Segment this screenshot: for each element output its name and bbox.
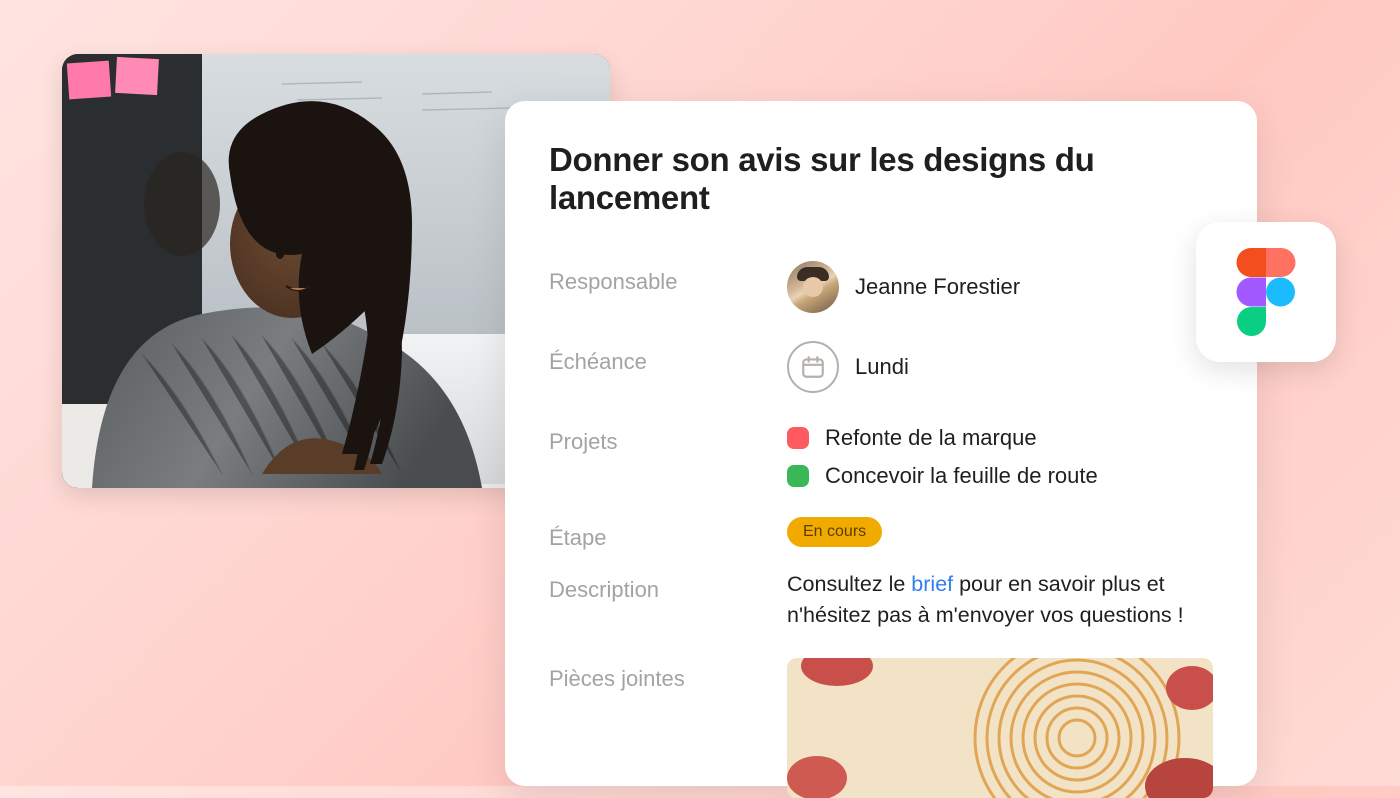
task-detail-card: Donner son avis sur les designs du lance…	[505, 101, 1257, 786]
label-description: Description	[549, 569, 787, 603]
label-attachments: Pièces jointes	[549, 658, 787, 692]
calendar-icon	[787, 341, 839, 393]
project-item[interactable]: Concevoir la feuille de route	[787, 463, 1213, 489]
avatar	[787, 261, 839, 313]
label-stage: Étape	[549, 517, 787, 551]
project-color-swatch	[787, 427, 809, 449]
project-item[interactable]: Refonte de la marque	[787, 425, 1213, 451]
project-name: Refonte de la marque	[825, 425, 1037, 451]
assignee-name: Jeanne Forestier	[855, 274, 1020, 300]
due-date-value: Lundi	[855, 354, 909, 380]
figma-icon	[1236, 248, 1296, 336]
figma-integration-badge[interactable]	[1196, 222, 1336, 362]
label-projects: Projets	[549, 421, 787, 455]
due-date-field[interactable]: Lundi	[787, 341, 909, 393]
project-color-swatch	[787, 465, 809, 487]
label-responsible: Responsable	[549, 261, 787, 295]
brief-link[interactable]: brief	[911, 572, 953, 596]
description-text: Consultez le brief pour en savoir plus e…	[787, 569, 1213, 630]
label-due: Échéance	[549, 341, 787, 375]
status-badge[interactable]: En cours	[787, 517, 882, 547]
task-title: Donner son avis sur les designs du lance…	[549, 141, 1213, 217]
assignee-field[interactable]: Jeanne Forestier	[787, 261, 1020, 313]
project-name: Concevoir la feuille de route	[825, 463, 1098, 489]
attachment-thumbnail[interactable]	[787, 658, 1213, 798]
